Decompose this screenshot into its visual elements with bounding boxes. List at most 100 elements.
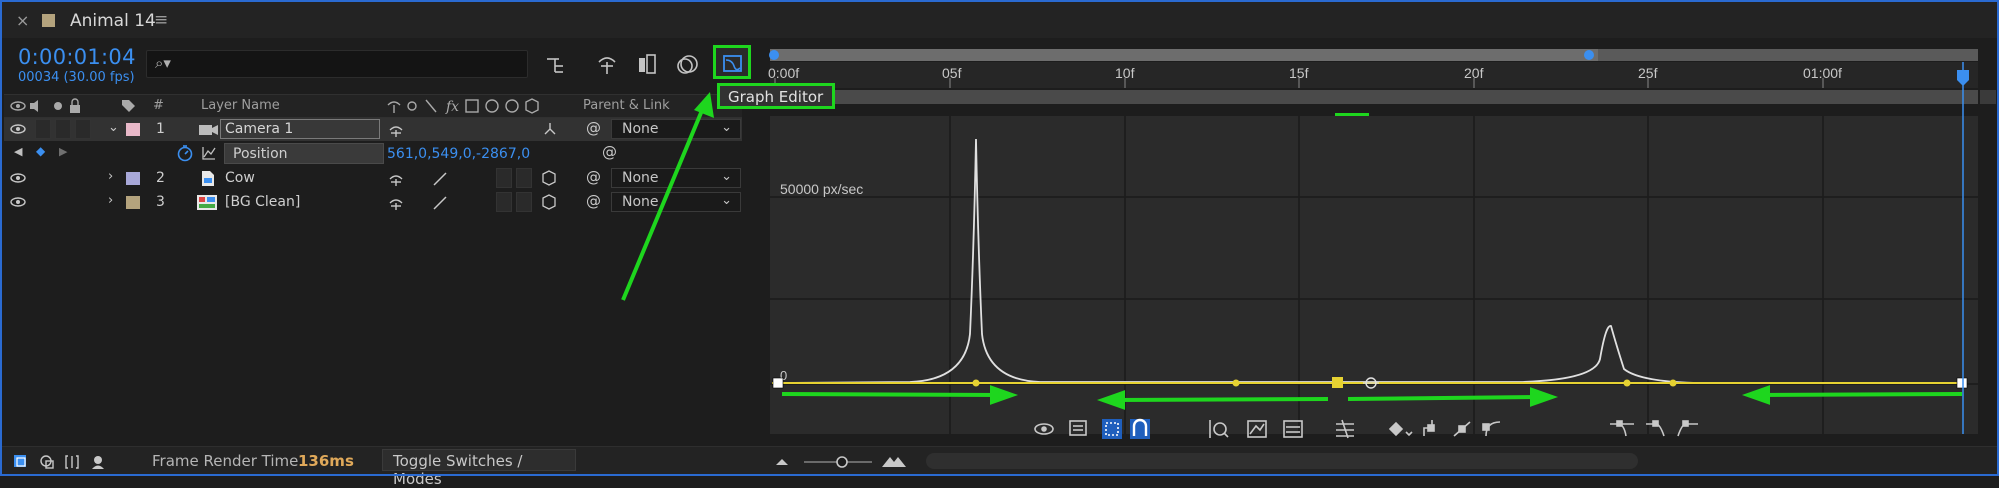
effects-switch[interactable] <box>496 168 512 188</box>
label-tag-icon[interactable] <box>120 98 136 114</box>
keyframe-handle <box>772 377 784 389</box>
easy-ease-icon[interactable] <box>1610 420 1634 437</box>
layer-name-text: Camera 1 <box>225 121 294 137</box>
render-time-pane-icon[interactable] <box>14 455 26 467</box>
chevron-down-icon: ⌄ <box>721 193 732 208</box>
adjustment-layer-icon <box>505 99 519 113</box>
easy-ease-out-icon[interactable] <box>1677 420 1698 437</box>
current-time-display[interactable]: 0:00:01:04 <box>18 45 136 69</box>
zoom-out-icon[interactable] <box>776 459 788 465</box>
close-tab-icon[interactable]: × <box>16 11 29 30</box>
layer-label-swatch[interactable] <box>126 172 140 185</box>
blend-switch[interactable] <box>516 168 532 188</box>
graph-editor-icon <box>723 55 742 72</box>
easy-ease-in-icon[interactable] <box>1646 420 1665 437</box>
edit-keyframe-icon[interactable] <box>1388 421 1413 437</box>
twirl-open-icon[interactable]: ⌄ <box>108 120 119 135</box>
panel-tab-bar: × Animal 14 ≡ <box>2 2 1997 38</box>
shy-layers-icon[interactable] <box>598 57 616 74</box>
twirl-closed-icon[interactable]: › <box>108 193 113 208</box>
graph-include-icon[interactable] <box>201 145 217 161</box>
choose-property-visibility-icon[interactable] <box>1034 423 1054 435</box>
property-name-field[interactable]: Position <box>224 143 384 164</box>
fit-selection-icon[interactable] <box>1209 420 1229 438</box>
layer-name[interactable]: Cow <box>225 170 255 186</box>
solo-switch[interactable] <box>55 119 71 139</box>
modes-pane-icon[interactable] <box>40 455 54 469</box>
motion-blur-icon[interactable] <box>677 55 698 74</box>
zoom-slider[interactable] <box>774 451 924 471</box>
footage-file-icon <box>202 171 214 186</box>
layer-search-input[interactable]: ⌕▾ <box>146 50 528 78</box>
composition-color-swatch <box>42 14 55 27</box>
layer-name[interactable]: [BG Clean] <box>225 194 300 210</box>
3d-layer-switch-icon[interactable] <box>540 169 558 187</box>
highlight-marker <box>1335 113 1369 116</box>
in-out-pane-icon[interactable] <box>65 455 79 469</box>
chevron-down-icon: ⌄ <box>721 169 732 184</box>
visibility-eye-icon[interactable] <box>10 196 26 208</box>
zoom-slider-handle[interactable] <box>836 456 848 468</box>
layer-label-swatch[interactable] <box>126 123 140 136</box>
audio-switch[interactable] <box>35 119 51 139</box>
frame-blending-icon[interactable] <box>639 54 656 74</box>
shy-switch-icon[interactable] <box>388 122 404 138</box>
3d-layer-switch-icon[interactable] <box>542 121 558 137</box>
quality-switch-icon <box>425 99 437 113</box>
horizontal-scrollbar[interactable] <box>926 453 1638 469</box>
bezier-handle <box>972 379 980 387</box>
composition-tab-title[interactable]: Animal 14 <box>70 11 156 31</box>
graph-options-icon[interactable] <box>1069 420 1087 436</box>
graph-editor-button[interactable] <box>713 45 751 79</box>
convert-hold-icon[interactable] <box>1423 420 1435 436</box>
3d-layer-switch-icon[interactable] <box>540 193 558 211</box>
layer-number: 2 <box>156 170 165 186</box>
toggle-label: Toggle Switches / Modes <box>393 452 523 488</box>
convert-linear-icon[interactable] <box>1453 421 1471 437</box>
visibility-eye-icon[interactable] <box>10 123 26 135</box>
stopwatch-icon[interactable] <box>176 144 194 162</box>
pick-whip-icon[interactable]: @ <box>586 168 601 186</box>
ruler-label: 0:00f <box>768 65 799 81</box>
collapse-switch-icon <box>407 101 417 111</box>
next-keyframe-icon[interactable]: ▶ <box>59 145 67 158</box>
layer-label-swatch[interactable] <box>126 196 140 209</box>
column-layer-name-header[interactable]: Layer Name <box>201 98 280 113</box>
pick-whip-icon[interactable]: @ <box>586 192 601 210</box>
blend-switch[interactable] <box>516 192 532 212</box>
zoom-fit-icon[interactable] <box>1283 420 1303 438</box>
previous-keyframe-icon[interactable]: ◀ <box>14 145 22 158</box>
toggle-switches-modes-button[interactable]: Toggle Switches / Modes <box>382 449 576 488</box>
position-value[interactable]: 561,0,549,0,-2867,0 <box>387 146 530 162</box>
lock-switch[interactable] <box>75 119 91 139</box>
composition-flowchart-icon[interactable] <box>547 58 563 73</box>
search-icon: ⌕▾ <box>155 54 171 72</box>
column-number-header: # <box>153 98 164 113</box>
ruler-label: 25f <box>1638 65 1658 81</box>
visibility-eye-icon[interactable] <box>10 172 26 184</box>
separate-dimensions-icon[interactable] <box>1336 419 1354 439</box>
fit-all-icon[interactable] <box>1247 420 1267 438</box>
twirl-closed-icon[interactable]: › <box>108 169 113 184</box>
shy-switch-icon[interactable] <box>388 195 404 211</box>
layer-name-field[interactable]: Camera 1 <box>220 119 380 139</box>
audio-icon <box>30 100 38 112</box>
convert-auto-bezier-icon[interactable] <box>1482 421 1501 437</box>
work-area-end-handle <box>1584 50 1594 60</box>
quality-switch-icon[interactable] <box>432 171 448 187</box>
ruler-label: 10f <box>1115 65 1135 81</box>
shy-switch-icon[interactable] <box>388 171 404 187</box>
motion-blur-pane-icon[interactable] <box>92 456 104 469</box>
ruler-label: 05f <box>942 65 962 81</box>
panel-menu-icon[interactable]: ≡ <box>154 10 168 30</box>
transform-box-button[interactable] <box>1102 419 1122 439</box>
zoom-in-icon[interactable] <box>882 457 906 467</box>
quality-switch-icon[interactable] <box>432 195 448 211</box>
add-keyframe-icon[interactable]: ◆ <box>36 144 45 158</box>
ruler-label: 01:00f <box>1803 65 1842 81</box>
pick-whip-icon[interactable]: @ <box>586 119 601 137</box>
chevron-down-icon: ⌄ <box>721 120 732 135</box>
solo-icon <box>54 102 62 110</box>
effects-switch[interactable] <box>496 192 512 212</box>
graph-editor-panel[interactable]: 0:00f 05f 10f 15f 20f 25f 01:00f 50000 p… <box>760 44 1997 446</box>
